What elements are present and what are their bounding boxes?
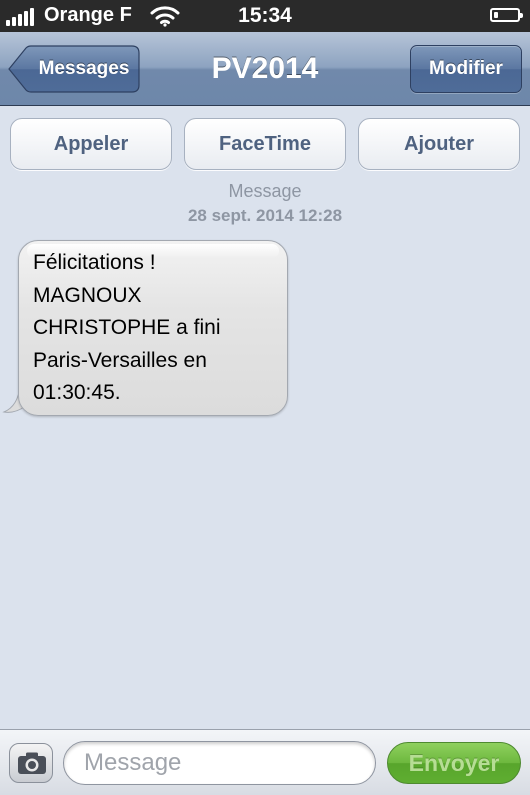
message-line: MAGNOUX (33, 283, 142, 307)
facetime-button[interactable]: FaceTime (184, 118, 346, 170)
composer-bar: Envoyer (0, 729, 530, 795)
message-text: Félicitations ! MAGNOUX CHRISTOPHE a fin… (33, 247, 283, 410)
camera-icon (18, 752, 46, 774)
contact-actions: Appeler FaceTime Ajouter (0, 118, 530, 170)
message-input[interactable] (84, 742, 364, 784)
message-type-label: Message (228, 181, 302, 201)
conversation-title: PV2014 (211, 52, 319, 85)
carrier-name: Orange F (44, 4, 132, 26)
message-bubble[interactable]: Félicitations ! MAGNOUX CHRISTOPHE a fin… (18, 240, 288, 416)
message-line: CHRISTOPHE a fini (33, 316, 221, 339)
message-line: Paris-Versailles en (33, 348, 207, 372)
message-input-container (63, 741, 376, 785)
message-line: 01:30:45. (33, 381, 121, 404)
message-line: Félicitations ! (33, 251, 156, 274)
wifi-icon (150, 5, 180, 32)
edit-button[interactable]: Modifier (410, 45, 522, 93)
signal-strength-icon (6, 6, 34, 26)
send-button[interactable]: Envoyer (387, 742, 521, 784)
back-button-label: Messages (38, 58, 130, 79)
status-bar: Orange F 15:34 (0, 0, 530, 32)
message-timestamp: 28 sept. 2014 12:28 (187, 206, 343, 225)
call-button[interactable]: Appeler (10, 118, 172, 170)
camera-button[interactable] (9, 743, 53, 783)
navigation-bar: Messages PV2014 Modifier (0, 32, 530, 106)
back-button[interactable]: Messages (8, 45, 140, 93)
battery-icon (490, 8, 523, 22)
add-contact-button[interactable]: Ajouter (358, 118, 520, 170)
